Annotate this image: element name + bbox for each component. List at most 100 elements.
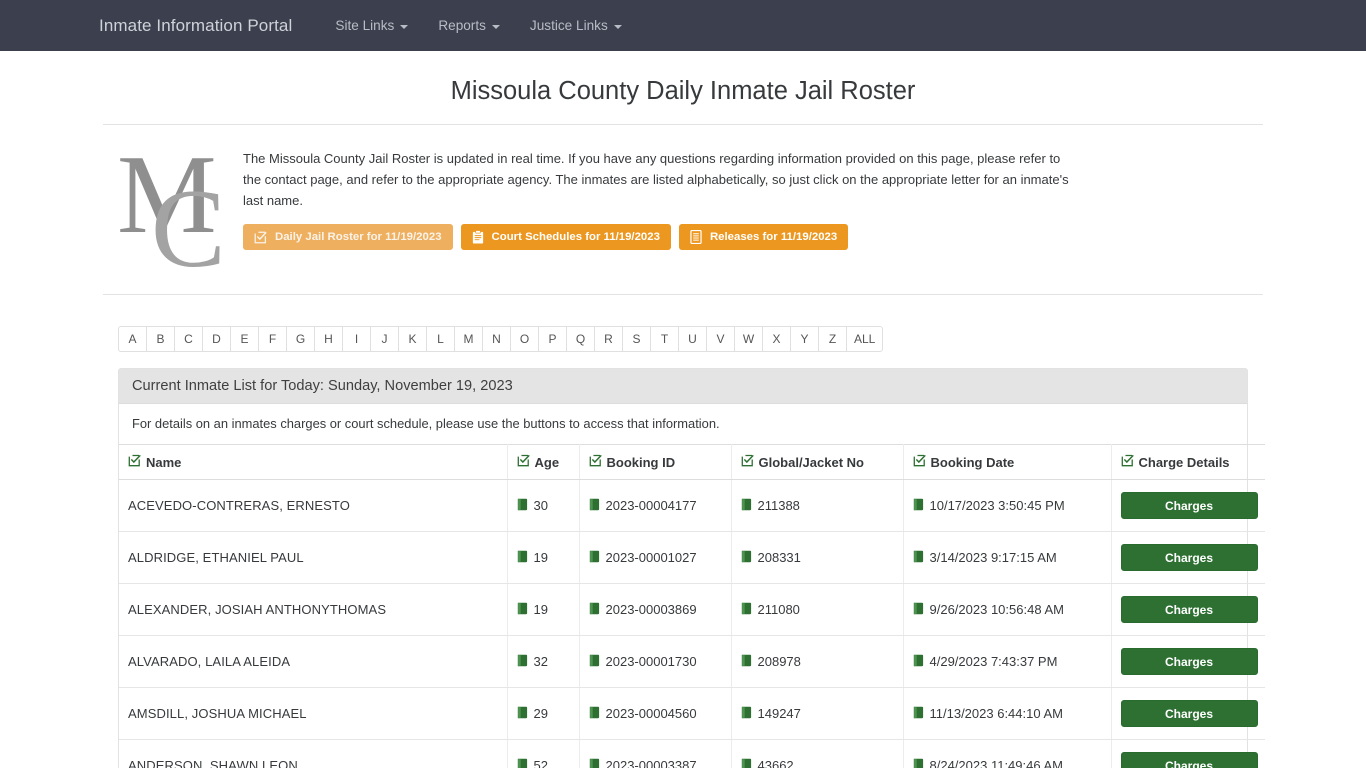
charges-button[interactable]: Charges — [1120, 648, 1258, 675]
charges-button[interactable]: Charges — [1120, 596, 1258, 623]
book-icon — [913, 602, 924, 618]
charges-button[interactable]: Charges — [1120, 700, 1258, 727]
cell-booking-date: 8/24/2023 11:49:46 AM — [903, 739, 1112, 768]
chevron-down-icon — [491, 24, 500, 29]
cell-global-jacket-no: 149247 — [731, 687, 904, 740]
alpha-button-n[interactable]: N — [482, 326, 510, 352]
column-header-charge-details[interactable]: Charge Details — [1111, 444, 1265, 480]
alpha-button-p[interactable]: P — [538, 326, 566, 352]
book-icon — [517, 498, 528, 514]
book-icon — [913, 706, 924, 722]
page-container: Missoula County Daily Inmate Jail Roster… — [103, 77, 1265, 768]
cell-global-jacket-no: 211080 — [731, 583, 904, 636]
button-label: Court Schedules for 11/19/2023 — [491, 231, 660, 243]
book-icon — [741, 550, 752, 566]
intro-paragraph: The Missoula County Jail Roster is updat… — [243, 151, 1069, 208]
charges-button[interactable]: Charges — [1120, 752, 1258, 768]
daily-jail-roster-button[interactable]: Daily Jail Roster for 11/19/2023 — [243, 224, 453, 250]
column-header-booking-date[interactable]: Booking Date — [903, 444, 1112, 480]
book-icon — [589, 498, 600, 514]
nav-item-reports[interactable]: Reports — [423, 18, 515, 33]
cell-booking-date: 9/26/2023 10:56:48 AM — [903, 583, 1112, 636]
releases-button[interactable]: Releases for 11/19/2023 — [678, 224, 849, 250]
document-lines-icon — [690, 230, 702, 244]
column-header-age[interactable]: Age — [507, 444, 580, 480]
alpha-button-s[interactable]: S — [622, 326, 650, 352]
alpha-button-m[interactable]: M — [454, 326, 482, 352]
book-icon — [517, 654, 528, 670]
nav-item-justice-links[interactable]: Justice Links — [515, 18, 637, 33]
column-header-label: Age — [534, 454, 560, 470]
cell-age: 19 — [507, 531, 580, 584]
chevron-down-icon — [613, 24, 622, 29]
book-icon — [741, 602, 752, 618]
alpha-button-z[interactable]: Z — [818, 326, 846, 352]
alpha-button-l[interactable]: L — [426, 326, 454, 352]
cell-booking-date: 11/13/2023 6:44:10 AM — [903, 687, 1112, 740]
charges-button[interactable]: Charges — [1120, 492, 1258, 519]
nav-item-site-links[interactable]: Site Links — [320, 18, 423, 33]
charges-button[interactable]: Charges — [1120, 544, 1258, 571]
alpha-button-i[interactable]: I — [342, 326, 370, 352]
table-row: ALVARADO, LAILA ALEIDA 32 2023-00001730 208… — [119, 635, 1265, 688]
alpha-button-j[interactable]: J — [370, 326, 398, 352]
alpha-button-u[interactable]: U — [678, 326, 706, 352]
cell-global-jacket-no: 208978 — [731, 635, 904, 688]
table-row: ANDERSON, SHAWN LEON 52 2023-00003387 43662… — [119, 739, 1265, 768]
cell-name: ALDRIDGE, ETHANIEL PAUL — [119, 531, 508, 584]
check-square-icon — [913, 454, 926, 470]
cell-charge-details: Charges — [1111, 531, 1265, 584]
table-row: AMSDILL, JOSHUA MICHAEL 29 2023-00004560 14… — [119, 687, 1265, 740]
column-header-label: Booking Date — [930, 454, 1015, 470]
alpha-button-a[interactable]: A — [118, 326, 146, 352]
brand-title: Inmate Information Portal — [99, 15, 293, 35]
cell-name: ANDERSON, SHAWN LEON — [119, 739, 508, 768]
alpha-button-all[interactable]: ALL — [846, 326, 884, 352]
book-icon — [741, 758, 752, 768]
logo-letter-c: C — [151, 167, 226, 291]
cell-age: 19 — [507, 583, 580, 636]
alpha-button-t[interactable]: T — [650, 326, 678, 352]
alpha-button-f[interactable]: F — [258, 326, 286, 352]
check-square-icon — [741, 454, 754, 470]
nav-menu: Site Links Reports Justice Links — [320, 18, 636, 33]
nav-item-label: Site Links — [335, 18, 395, 33]
nav-item-label: Reports — [438, 18, 486, 33]
alpha-button-d[interactable]: D — [202, 326, 230, 352]
book-icon — [517, 602, 528, 618]
column-header-name[interactable]: Name — [119, 444, 508, 480]
cell-charge-details: Charges — [1111, 479, 1265, 532]
alpha-button-v[interactable]: V — [706, 326, 734, 352]
table-body: ACEVEDO-CONTRERAS, ERNESTO 30 2023-0000417… — [119, 479, 1265, 768]
court-schedules-button[interactable]: Court Schedules for 11/19/2023 — [460, 224, 671, 250]
alpha-button-k[interactable]: K — [398, 326, 426, 352]
cell-booking-date: 10/17/2023 3:50:45 PM — [903, 479, 1112, 532]
alpha-button-c[interactable]: C — [174, 326, 202, 352]
book-icon — [741, 654, 752, 670]
alpha-button-r[interactable]: R — [594, 326, 622, 352]
alphabet-nav: A B C D E F G H I J K L M N O P Q R S T U V W X Y Z ALL — [103, 295, 1263, 352]
alpha-button-x[interactable]: X — [762, 326, 790, 352]
cell-age: 30 — [507, 479, 580, 532]
cell-global-jacket-no: 208331 — [731, 531, 904, 584]
alpha-button-g[interactable]: G — [286, 326, 314, 352]
book-icon — [913, 498, 924, 514]
alpha-button-q[interactable]: Q — [566, 326, 594, 352]
column-header-booking-id[interactable]: Booking ID — [579, 444, 732, 480]
column-header-label: Charge Details — [1138, 454, 1230, 470]
missoula-county-logo: M C — [117, 139, 227, 285]
top-navbar: Inmate Information Portal Site Links Rep… — [0, 0, 1366, 51]
alpha-button-w[interactable]: W — [734, 326, 762, 352]
column-header-label: Booking ID — [606, 454, 676, 470]
book-icon — [589, 758, 600, 768]
alpha-button-y[interactable]: Y — [790, 326, 818, 352]
column-header-global-jacket-no[interactable]: Global/Jacket No — [731, 444, 904, 480]
alpha-button-o[interactable]: O — [510, 326, 538, 352]
alpha-button-h[interactable]: H — [314, 326, 342, 352]
book-icon — [517, 758, 528, 768]
book-icon — [589, 706, 600, 722]
intro-section: M C The Missoula County Jail Roster is u… — [103, 125, 1263, 295]
alpha-button-b[interactable]: B — [146, 326, 174, 352]
cell-age: 32 — [507, 635, 580, 688]
alpha-button-e[interactable]: E — [230, 326, 258, 352]
